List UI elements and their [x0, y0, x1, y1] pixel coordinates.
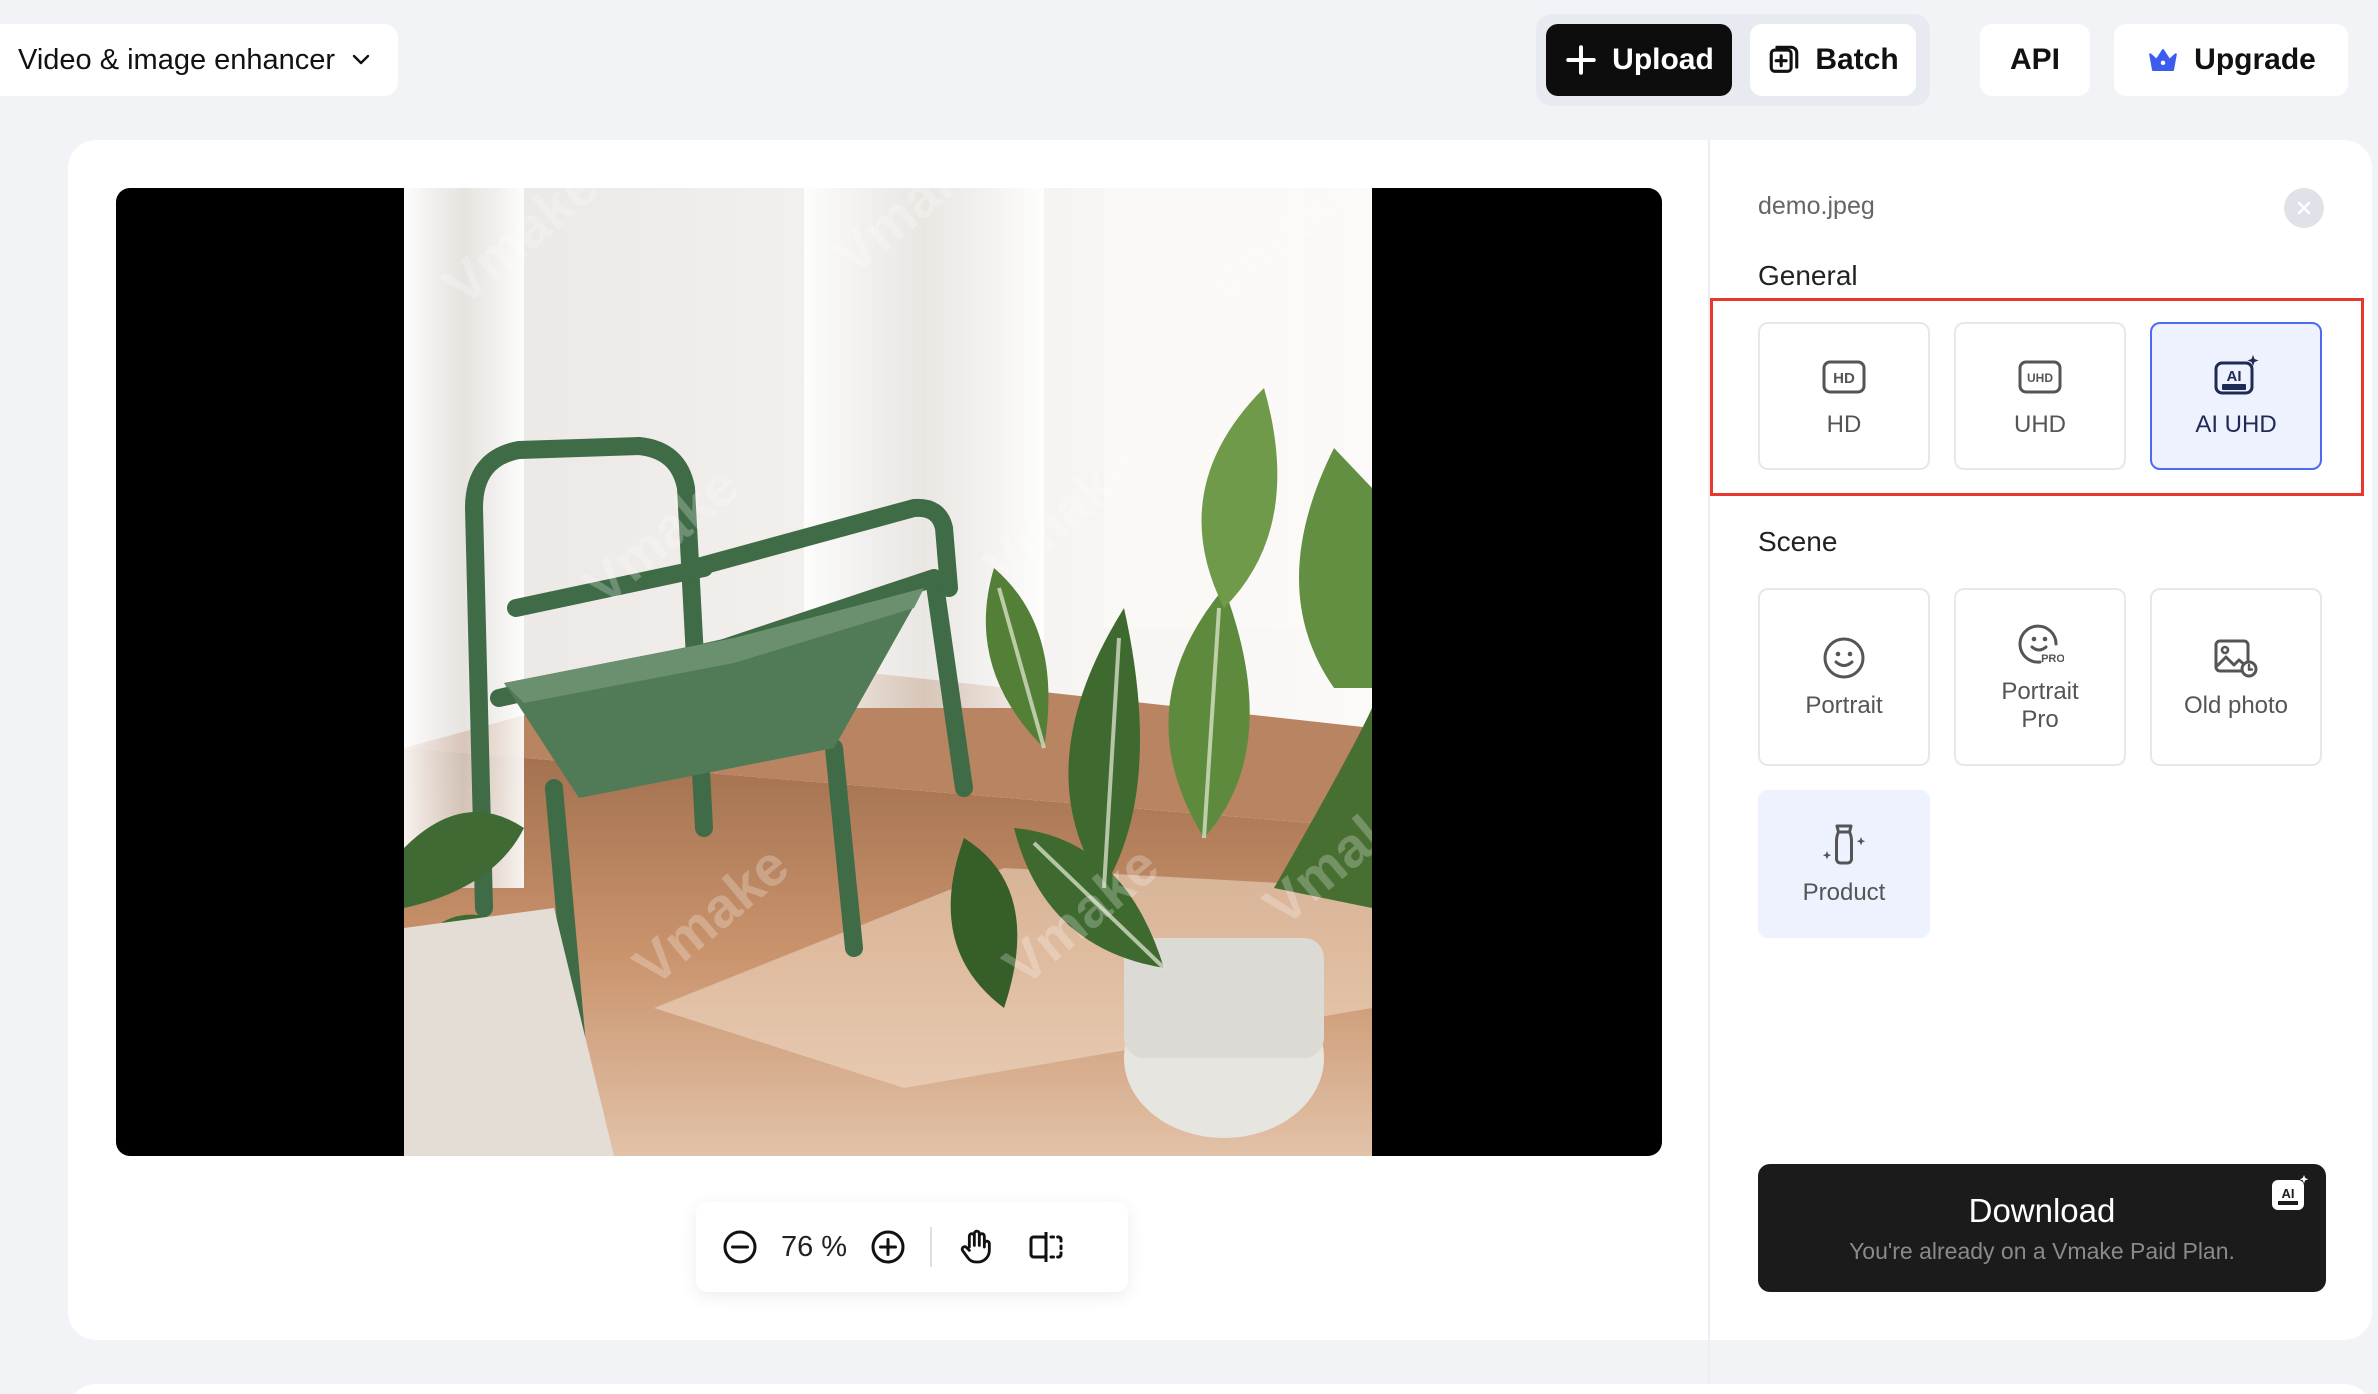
hand-icon [960, 1229, 991, 1264]
upgrade-button[interactable]: Upgrade [2114, 24, 2348, 96]
svg-text:HD: HD [1833, 370, 1855, 387]
svg-text:PRO: PRO [2041, 653, 2064, 665]
option-hd-label: HD [1826, 411, 1862, 438]
file-name: demo.jpeg [1758, 192, 1875, 220]
chevron-down-icon [352, 54, 370, 65]
option-ai-uhd-label: AI UHD [2195, 411, 2277, 438]
option-old-photo-label: Old photo [2183, 692, 2289, 719]
ai-ultra-badge-icon: AI [2272, 1175, 2309, 1210]
tool-selector-label: Video & image enhancer [18, 43, 336, 76]
zoom-value: 76 % [780, 1230, 848, 1263]
ai-ultra-icon: AI [2212, 353, 2260, 401]
close-file-button[interactable] [2284, 188, 2324, 228]
option-portrait[interactable]: Portrait [1758, 588, 1930, 766]
compare-button[interactable] [1024, 1225, 1068, 1269]
option-old-photo[interactable]: Old photo [2150, 588, 2322, 766]
download-subtitle: You're already on a Vmake Paid Plan. [1849, 1237, 2235, 1264]
smile-icon [1820, 634, 1868, 682]
hd-icon: HD [1820, 353, 1868, 401]
batch-icon [1770, 45, 1799, 73]
zoom-in-icon [871, 1230, 905, 1264]
zoom-out-button[interactable] [718, 1225, 762, 1269]
zoom-toolbar: 76 % [696, 1202, 1128, 1292]
option-portrait-pro-label: Portrait Pro [2001, 678, 2079, 733]
option-product[interactable]: Product [1758, 790, 1930, 938]
download-label: Download [1968, 1191, 2116, 1229]
batch-button[interactable]: Batch [1750, 24, 1916, 96]
product-icon [1820, 821, 1868, 869]
close-icon [2297, 201, 2311, 215]
svg-text:AI: AI [2282, 1186, 2295, 1201]
option-hd[interactable]: HD HD [1758, 322, 1930, 470]
toolbar-separator [930, 1227, 932, 1267]
crown-icon [2149, 49, 2177, 71]
svg-text:AI: AI [2227, 368, 2242, 385]
download-button[interactable]: Download You're already on a Vmake Paid … [1758, 1164, 2326, 1292]
tool-selector-dropdown[interactable]: Video & image enhancer [0, 24, 398, 96]
option-uhd-label: UHD [2014, 411, 2066, 438]
uhd-icon: UHD [2016, 353, 2064, 401]
option-ai-uhd[interactable]: AI AI UHD [2150, 322, 2322, 470]
old-photo-icon [2212, 634, 2260, 682]
upgrade-label: Upgrade [2194, 43, 2316, 76]
preview-photo: Vmake Vmake Vmake Vmake Vmake Vmake Vmak… [404, 188, 1372, 1156]
svg-text:UHD: UHD [2027, 371, 2053, 385]
chair-and-plants-photo: Vmake Vmake Vmake Vmake Vmake Vmake Vmak… [404, 188, 1372, 1156]
option-product-label: Product [1802, 879, 1886, 906]
lower-card [68, 1384, 2372, 1394]
upload-button[interactable]: Upload [1546, 24, 1732, 96]
smile-pro-icon: PRO [2016, 620, 2064, 668]
option-portrait-pro[interactable]: PRO Portrait Pro [1954, 588, 2126, 766]
option-uhd[interactable]: UHD UHD [1954, 322, 2126, 470]
api-label: API [2009, 43, 2060, 76]
upload-label: Upload [1612, 43, 1714, 76]
zoom-in-button[interactable] [866, 1225, 910, 1269]
option-portrait-label: Portrait [1805, 692, 1883, 719]
zoom-out-icon [723, 1230, 757, 1264]
pan-tool-button[interactable] [954, 1225, 998, 1269]
image-preview[interactable]: Vmake Vmake Vmake Vmake Vmake Vmake Vmak… [116, 188, 1662, 1156]
api-button[interactable]: API [1980, 24, 2090, 96]
general-section-title: General [1758, 260, 1858, 291]
batch-label: Batch [1815, 43, 1899, 76]
scene-section-title: Scene [1758, 526, 1838, 557]
compare-icon [1029, 1232, 1063, 1262]
plus-icon [1566, 45, 1596, 75]
